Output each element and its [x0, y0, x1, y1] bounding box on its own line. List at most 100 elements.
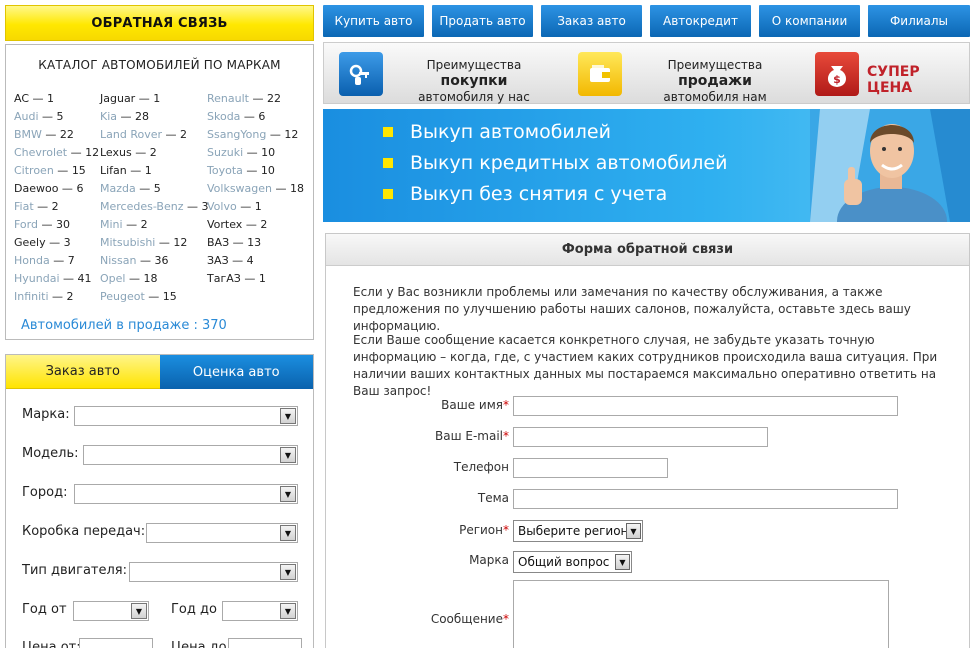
brand-link[interactable]: Daewoo: [14, 182, 58, 195]
brand-link[interactable]: Infiniti: [14, 290, 49, 303]
brand-link[interactable]: Mini: [100, 218, 123, 231]
brand-link[interactable]: Lifan: [100, 164, 127, 177]
brand-column: Jaguar — 1 Kia — 28 Land Rover — 2 Lexus — …: [100, 90, 208, 306]
chevron-down-icon: ▼: [626, 523, 641, 539]
chevron-down-icon: ▼: [280, 564, 296, 580]
brand-link[interactable]: AC: [14, 92, 29, 105]
brand-count: 15: [162, 290, 177, 303]
brand-link[interactable]: Suzuki: [207, 146, 243, 159]
bullet-square-icon: [383, 158, 393, 168]
nav-car-loan[interactable]: Автокредит: [650, 5, 751, 37]
brand-link[interactable]: Kia: [100, 110, 117, 123]
cars-on-sale[interactable]: Автомобилей в продаже : 370: [21, 318, 227, 333]
advantage-sell-bold: продажи: [678, 73, 752, 89]
brand-link[interactable]: ВАЗ: [207, 236, 229, 249]
brand-link[interactable]: Geely: [14, 236, 46, 249]
brand-link[interactable]: ЗАЗ: [207, 254, 229, 267]
cars-on-sale-label: Автомобилей в продаже :: [21, 318, 203, 333]
car-keys-icon[interactable]: [339, 52, 383, 96]
brand-link[interactable]: Mazda: [100, 182, 136, 195]
email-label: Ваш E-mail*: [326, 429, 509, 443]
brand-link[interactable]: Mercedes-Benz: [100, 200, 183, 213]
tab-evaluate-car[interactable]: Оценка авто: [159, 355, 313, 389]
message-textarea[interactable]: [513, 580, 889, 648]
brand-link[interactable]: Citroen: [14, 164, 54, 177]
brand-link[interactable]: Vortex: [207, 218, 242, 231]
phone-input[interactable]: [513, 458, 668, 478]
wallet-icon[interactable]: [578, 52, 622, 96]
search-engine-label: Тип двигателя:: [22, 563, 127, 578]
brand-separator: —: [183, 200, 202, 213]
search-brand-select[interactable]: ▼: [74, 406, 298, 426]
brand-separator: —: [126, 164, 145, 177]
brand-link[interactable]: Lexus: [100, 146, 132, 159]
advantage-buy[interactable]: Преимущества покупки автомобиля у нас: [394, 57, 554, 105]
car-search-panel: Заказ авто Оценка авто Марка: ▼ Модель: …: [5, 354, 314, 648]
brand-item: Land Rover — 2: [100, 126, 208, 144]
brand-link[interactable]: Volvo: [207, 200, 237, 213]
brand-item: Peugeot — 15: [100, 288, 208, 306]
brand-count: 36: [154, 254, 169, 267]
email-input[interactable]: [513, 427, 768, 447]
nav-sell-car[interactable]: Продать авто: [432, 5, 533, 37]
nav-buy-car[interactable]: Купить авто: [323, 5, 424, 37]
brand-link[interactable]: BMW: [14, 128, 42, 141]
nav-about[interactable]: О компании: [759, 5, 860, 37]
brand-count: 18: [143, 272, 158, 285]
search-city-select[interactable]: ▼: [74, 484, 298, 504]
brand-link[interactable]: Honda: [14, 254, 50, 267]
region-select[interactable]: Выберите регион ▼: [513, 520, 643, 542]
banner-line: Выкуп без снятия с учета: [383, 181, 667, 207]
advantage-sell[interactable]: Преимущества продажи автомобиля нам: [630, 57, 800, 105]
money-bag-icon[interactable]: $: [815, 52, 859, 96]
brand-link[interactable]: SsangYong: [207, 128, 266, 141]
buyback-banner[interactable]: Выкуп автомобилей Выкуп кредитных автомо…: [323, 109, 970, 222]
brand-link[interactable]: Volkswagen: [207, 182, 272, 195]
brand-item: Daewoo — 6: [14, 180, 99, 198]
brand-separator: —: [229, 236, 248, 249]
nav-branches[interactable]: Филиалы: [868, 5, 970, 37]
required-mark: *: [503, 398, 509, 412]
subject-input[interactable]: [513, 489, 898, 509]
search-model-select[interactable]: ▼: [83, 445, 298, 465]
brand-link[interactable]: Toyota: [207, 164, 243, 177]
brand-link[interactable]: Fiat: [14, 200, 34, 213]
brand-link[interactable]: Land Rover: [100, 128, 162, 141]
brand-item: Toyota — 10: [207, 162, 304, 180]
brand-link[interactable]: ТагАЗ: [207, 272, 241, 285]
search-year-from-select[interactable]: ▼: [73, 601, 149, 621]
brand-link[interactable]: Jaguar: [100, 92, 135, 105]
advantage-sell-line2: автомобиля нам: [663, 90, 767, 104]
brand-link[interactable]: Mitsubishi: [100, 236, 155, 249]
brand-link[interactable]: Peugeot: [100, 290, 145, 303]
name-input[interactable]: [513, 396, 898, 416]
brand-count: 2: [66, 290, 74, 303]
search-gearbox-select[interactable]: ▼: [146, 523, 298, 543]
brand-link[interactable]: Chevrolet: [14, 146, 67, 159]
brand-item: ВАЗ — 13: [207, 234, 304, 252]
brand-link[interactable]: Ford: [14, 218, 38, 231]
brand-link[interactable]: Nissan: [100, 254, 136, 267]
brand-count: 12: [284, 128, 299, 141]
tab-order-car[interactable]: Заказ авто: [6, 355, 160, 389]
brand-separator: —: [136, 254, 155, 267]
search-model-label: Модель:: [22, 446, 79, 461]
region-select-value: Выберите регион: [518, 524, 629, 538]
brand-link[interactable]: Audi: [14, 110, 39, 123]
search-engine-select[interactable]: ▼: [129, 562, 298, 582]
search-price-from-input[interactable]: [79, 638, 153, 648]
brand-item: Lifan — 1: [100, 162, 208, 180]
brand-select[interactable]: Общий вопрос ▼: [513, 551, 632, 573]
brand-link[interactable]: Hyundai: [14, 272, 60, 285]
smiling-driver-image: [810, 109, 970, 222]
brand-link[interactable]: Opel: [100, 272, 125, 285]
feedback-button[interactable]: ОБРАТНАЯ СВЯЗЬ: [5, 5, 314, 41]
search-year-to-select[interactable]: ▼: [222, 601, 298, 621]
search-price-to-input[interactable]: [228, 638, 302, 648]
brand-link[interactable]: Skoda: [207, 110, 240, 123]
brand-link[interactable]: Renault: [207, 92, 249, 105]
brand-separator: —: [266, 128, 285, 141]
nav-order-car[interactable]: Заказ авто: [541, 5, 642, 37]
brand-separator: —: [236, 200, 255, 213]
super-price-link[interactable]: СУПЕР ЦЕНА: [867, 64, 969, 96]
